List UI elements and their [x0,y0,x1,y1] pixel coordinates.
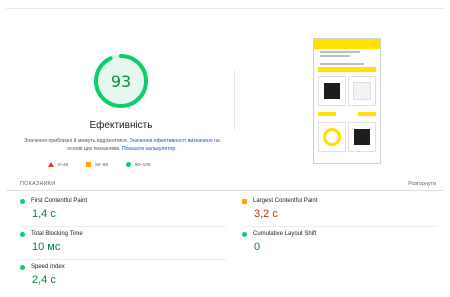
thumbnail-banner [314,39,380,49]
metric-tbt-value: 10 мс [32,241,61,253]
expand-view-button[interactable]: Розгорнути [408,181,436,187]
metric-cls-value: 0 [254,241,261,253]
top-divider [6,8,444,9]
vertical-divider [234,70,235,130]
legend-average: 50–89 [86,162,108,167]
pass-circle-icon [242,231,247,237]
thumbnail-button [318,67,376,72]
legend-average-label: 50–89 [95,162,109,167]
metric-lcp-label: Largest Contentful Paint [253,198,318,204]
pass-circle-icon [20,264,25,270]
metric-cls: Cumulative Layout Shift 0 [242,231,316,253]
thumbnail-product [348,76,376,106]
thumbnail-buttons-row [318,110,376,116]
thumbnail-products-row [318,76,376,106]
square-icon [86,162,92,167]
thumbnail-product [318,122,346,152]
metric-lcp-value: 3,2 с [254,208,278,220]
metric-divider [242,226,438,227]
metric-fcp-value: 1,4 с [32,208,56,220]
performance-report: 93 Ефективність Значення приблизні й мож… [6,0,444,297]
thumbnail-text-line [320,51,360,53]
legend-pass-label: 90–100 [135,162,151,167]
triangle-icon [48,162,54,167]
circle-icon [126,162,132,167]
metric-si-label: Speed Index [31,264,65,270]
metric-fcp: First Contentful Paint 1,4 с [20,198,87,220]
score-title: Ефективність [89,120,153,131]
average-square-icon [242,198,247,204]
metric-fcp-label: First Contentful Paint [31,198,88,204]
score-legend: 0–49 50–89 90–100 [48,162,150,167]
legend-pass: 90–100 [126,162,150,167]
metric-divider [20,259,226,260]
description-link-1[interactable]: Значення ефективності визначено [130,138,213,144]
legend-fail-label: 0–49 [58,162,69,167]
description-text-1: Значення приблизні й можуть відрізнятися… [24,138,130,144]
metric-divider [20,226,226,227]
metrics-section-title: ПОКАЗНИКИ [20,181,56,187]
legend-fail: 0–49 [48,162,68,167]
thumbnail-product [348,122,376,152]
score-value: 93 [110,71,132,91]
thumbnail-text-line [320,55,350,57]
metric-cls-label: Cumulative Layout Shift [253,231,317,237]
thumbnail-text-line [320,63,364,65]
metric-si-value: 2,4 с [32,274,56,286]
metric-tbt-label: Total Blocking Time [31,231,83,237]
metric-si: Speed Index 2,4 с [20,264,65,286]
pass-circle-icon [20,198,25,204]
metric-tbt: Total Blocking Time 10 мс [20,231,83,253]
page-screenshot-thumbnail [313,38,381,164]
pass-circle-icon [20,231,25,237]
calculator-link[interactable]: Показати калькулятор. [122,146,177,152]
thumbnail-products-row [318,122,376,152]
thumbnail-product [318,76,346,106]
metric-lcp: Largest Contentful Paint 3,2 с [242,198,317,220]
score-description: Значення приблизні й можуть відрізнятися… [20,137,224,153]
section-divider [6,190,444,191]
